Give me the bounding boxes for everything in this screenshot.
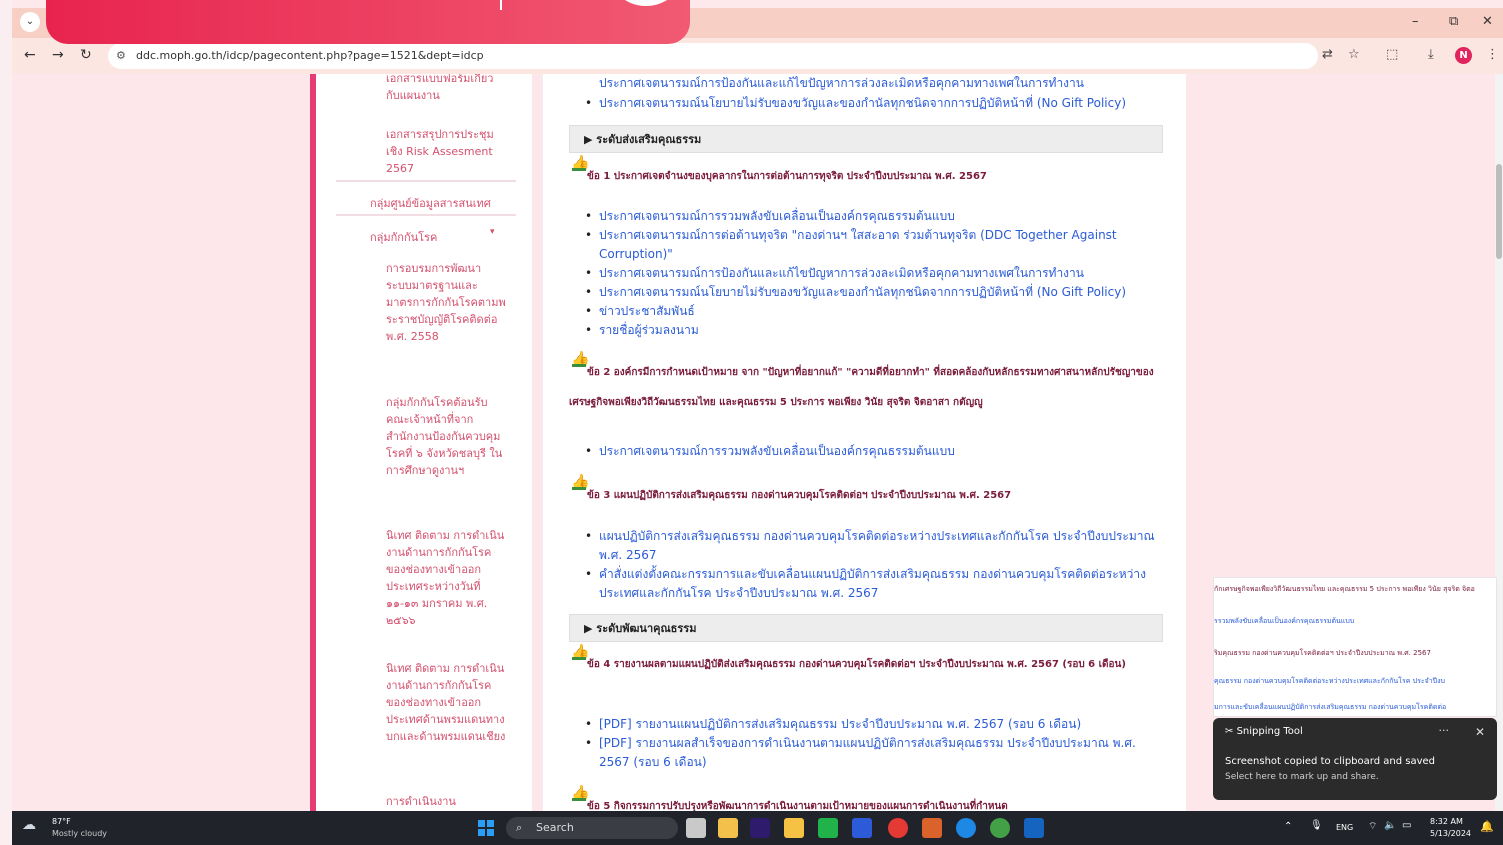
scrollbar-thumb[interactable]	[1496, 164, 1502, 259]
sidebar-item-risk-summary[interactable]: เอกสารสรุปการประชุมเชิง Risk Assesment 2…	[386, 126, 506, 177]
profile-avatar[interactable]: N	[1455, 47, 1472, 64]
item-heading: ข้อ 4 รายงานผลตามแผนปฏิบัติส่งเสริมคุณธร…	[587, 659, 1126, 670]
clock-time[interactable]: 8:32 AM	[1430, 817, 1463, 826]
start-windows-icon[interactable]	[476, 818, 496, 838]
bookmark-star-icon[interactable]: ☆	[1348, 47, 1360, 62]
taskbar-search-box[interactable]: ⌕ Search	[506, 817, 678, 839]
sidebar-divider	[336, 180, 516, 182]
desktop-screen: ⌄ – ⧉ ✕ ← → ↻ ⚙ ddc.moph.go.th/idcp/page…	[0, 0, 1503, 845]
app-grid-icon[interactable]	[922, 818, 942, 838]
link-item[interactable]: คำสั่งแต่งตั้งคณะกรรมการและขับเคลื่อนแผน…	[585, 565, 1159, 603]
forward-arrow-icon[interactable]: →	[52, 47, 64, 63]
link-item[interactable]: รายชื่อผู้ร่วมลงนาม	[585, 321, 1159, 340]
more-menu-icon[interactable]: ⋮	[1486, 47, 1499, 62]
app-icon[interactable]	[852, 818, 872, 838]
chrome-icon[interactable]	[888, 818, 908, 838]
edge-icon[interactable]	[956, 818, 976, 838]
item-heading: ข้อ 5 กิจกรรมการปรับปรุงหรือพัฒนาการดำเน…	[587, 801, 1008, 811]
toast-message: Screenshot copied to clipboard and saved	[1225, 756, 1435, 767]
pink-overlay-banner	[46, 0, 690, 44]
clock-date[interactable]: 5/13/2024	[1430, 829, 1471, 838]
sidebar-item-operations[interactable]: การดำเนินงาน	[386, 793, 506, 810]
link-item[interactable]: ข่าวประชาสัมพันธ์	[585, 302, 1159, 321]
sidebar-item-supervision-2[interactable]: นิเทศ ติดตาม การดำเนินงานด้านการกักกันโร…	[386, 660, 506, 745]
back-arrow-icon[interactable]: ←	[24, 47, 36, 63]
toast-more-icon[interactable]: ···	[1439, 724, 1450, 737]
snip-preview-thumbnail[interactable]: กักเศรษฐกิจพอเพียงวิถีวัฒนธรรมไทย และคุณ…	[1213, 577, 1497, 717]
microphone-icon[interactable]: 🎙	[1310, 820, 1323, 831]
notification-bell-icon[interactable]: 🔔	[1480, 820, 1494, 833]
main-content: ประกาศเจตนารมณ์การป้องกันและแก้ไขปัญหากา…	[542, 74, 1186, 811]
section-bar-develop[interactable]: ▶ ระดับพัฒนาคุณธรรม	[569, 614, 1163, 642]
file-explorer-icon[interactable]	[784, 818, 804, 838]
minimize-icon[interactable]: –	[1412, 14, 1419, 29]
link-item[interactable]: ประกาศเจตนารมณ์การรวมพลังขับเคลื่อนเป็นอ…	[585, 442, 1159, 461]
banner-tick-mark	[500, 0, 502, 10]
toast-close-icon[interactable]: ✕	[1475, 725, 1485, 739]
link-item[interactable]: [PDF] รายงานผลสำเร็จของการดำเนินงานตามแผ…	[585, 734, 1159, 772]
snipping-tool-notification[interactable]: ✂ Snipping Tool ··· ✕ Screenshot copied …	[1213, 718, 1497, 800]
store-icon[interactable]	[718, 818, 738, 838]
search-placeholder: Search	[536, 821, 574, 834]
sidebar-item-quarantine[interactable]: กลุ่มกักกันโรค	[370, 228, 437, 246]
weather-desc: Mostly cloudy	[52, 829, 107, 838]
item-heading: ข้อ 2 องค์กรมีการกำหนดเป้าหมาย จาก "ปัญห…	[569, 367, 1154, 408]
link-item[interactable]: [PDF] รายงานแผนปฏิบัติการส่งเสริมคุณธรรม…	[585, 715, 1159, 734]
address-url: ddc.moph.go.th/idcp/pagecontent.php?page…	[136, 49, 484, 62]
sidebar-item-welcome-visit[interactable]: กลุ่มกักกันโรคต้อนรับคณะเจ้าหน้าที่จากสำ…	[386, 394, 506, 479]
chrome-alt-icon[interactable]	[990, 818, 1010, 838]
weather-cloud-icon[interactable]: ☁	[22, 817, 36, 833]
line-app-icon[interactable]	[818, 818, 838, 838]
tray-chevron-up-icon[interactable]: ⌃	[1284, 821, 1292, 832]
item-heading: ข้อ 1 ประกาศเจตจำนงของบุคลากรในการต่อต้า…	[587, 171, 987, 182]
sidebar-item-plan-forms[interactable]: เอกสารแบบฟอร์มเกี่ยวกับแผนงาน	[386, 74, 506, 104]
toast-subtext: Select here to mark up and share.	[1225, 772, 1379, 782]
restore-icon[interactable]: ⧉	[1449, 14, 1458, 29]
preview-line: คุณธรรม กองด่านควบคุมโรคติดต่อระหว่างประ…	[1214, 677, 1445, 685]
section-title: ระดับส่งเสริมคุณธรรม	[596, 133, 702, 146]
banner-arc-mark	[606, 0, 686, 6]
section-title: ระดับพัฒนาคุณธรรม	[596, 622, 697, 635]
caret-down-icon[interactable]: ▾	[490, 227, 495, 237]
sidebar-menu: เอกสารแบบฟอร์มเกี่ยวกับแผนงาน เอกสารสรุป…	[316, 74, 532, 811]
task-view-icon[interactable]	[686, 818, 706, 838]
downloads-icon[interactable]: ⤓	[1428, 47, 1434, 62]
link-item[interactable]: ประกาศเจตนารมณ์การต่อต้านทุจริต "กองด่าน…	[585, 226, 1159, 264]
windows-taskbar: ☁ 87°F Mostly cloudy ⌕ Search ⌃ 🎙 ENG ⌔ …	[12, 811, 1503, 845]
link-item[interactable]: ประกาศเจตนารมณ์นโยบายไม่รับของขวัญและของ…	[585, 283, 1159, 302]
sidebar-item-training[interactable]: การอบรมการพัฒนาระบบมาตรฐานและมาตรการกักก…	[386, 260, 506, 345]
link-item[interactable]: ประกาศเจตนารมณ์การป้องกันและแก้ไขปัญหากา…	[585, 264, 1159, 283]
weather-temp: 87°F	[52, 817, 71, 826]
section-bar-promote[interactable]: ▶ ระดับส่งเสริมคุณธรรม	[569, 125, 1163, 153]
sidebar-item-supervision-1[interactable]: นิเทศ ติดตาม การดำเนินงานด้านการกักกันโร…	[386, 527, 506, 629]
sidebar-item-info-center[interactable]: กลุ่มศูนย์ข้อมูลสารสนเทศ	[370, 194, 491, 212]
link-item[interactable]: แผนปฏิบัติการส่งเสริมคุณธรรม กองด่านควบค…	[585, 527, 1159, 565]
battery-icon[interactable]: ▭	[1402, 820, 1411, 831]
item-heading: ข้อ 3 แผนปฏิบัติการส่งเสริมคุณธรรม กองด่…	[587, 490, 1012, 501]
preview-line: รรวมพลังขับเคลื่อนเป็นองค์กรคุณธรรมต้นแบ…	[1214, 617, 1355, 625]
translate-icon[interactable]: ⇄	[1322, 47, 1333, 62]
reload-icon[interactable]: ↻	[80, 47, 92, 63]
extensions-icon[interactable]: ⬚	[1386, 47, 1398, 62]
address-bar[interactable]: ⚙ ddc.moph.go.th/idcp/pagecontent.php?pa…	[108, 43, 1318, 69]
language-indicator[interactable]: ENG	[1336, 823, 1353, 832]
sidebar-divider	[336, 214, 516, 216]
preview-line: กักเศรษฐกิจพอเพียงวิถีวัฒนธรรมไทย และคุณ…	[1214, 585, 1475, 593]
left-background-band	[0, 0, 12, 845]
link-item[interactable]: ประกาศเจตนารมณ์การป้องกันและแก้ไขปัญหากา…	[599, 74, 1119, 93]
preview-line: ริมคุณธรรม กองด่านควบคุมโรคติดต่อฯ ประจำ…	[1214, 649, 1431, 657]
tab-search-chevron-icon[interactable]: ⌄	[20, 12, 40, 32]
site-info-icon[interactable]: ⚙	[116, 43, 126, 69]
close-window-icon[interactable]: ✕	[1482, 14, 1493, 29]
preview-line: มการและขับเคลื่อนแผนปฏิบัติการส่งเสริมคุ…	[1214, 703, 1447, 711]
word-icon[interactable]	[1024, 818, 1044, 838]
toast-app-name: ✂ Snipping Tool	[1225, 726, 1303, 737]
link-item[interactable]: ประกาศเจตนารมณ์การรวมพลังขับเคลื่อนเป็นอ…	[585, 207, 1159, 226]
premiere-icon[interactable]	[750, 818, 770, 838]
volume-icon[interactable]: 🔈	[1384, 820, 1396, 831]
wifi-icon[interactable]: ⌔	[1368, 820, 1377, 833]
link-item[interactable]: ประกาศเจตนารมณ์นโยบายไม่รับของขวัญและของ…	[585, 94, 1159, 113]
search-icon: ⌕	[516, 821, 523, 834]
